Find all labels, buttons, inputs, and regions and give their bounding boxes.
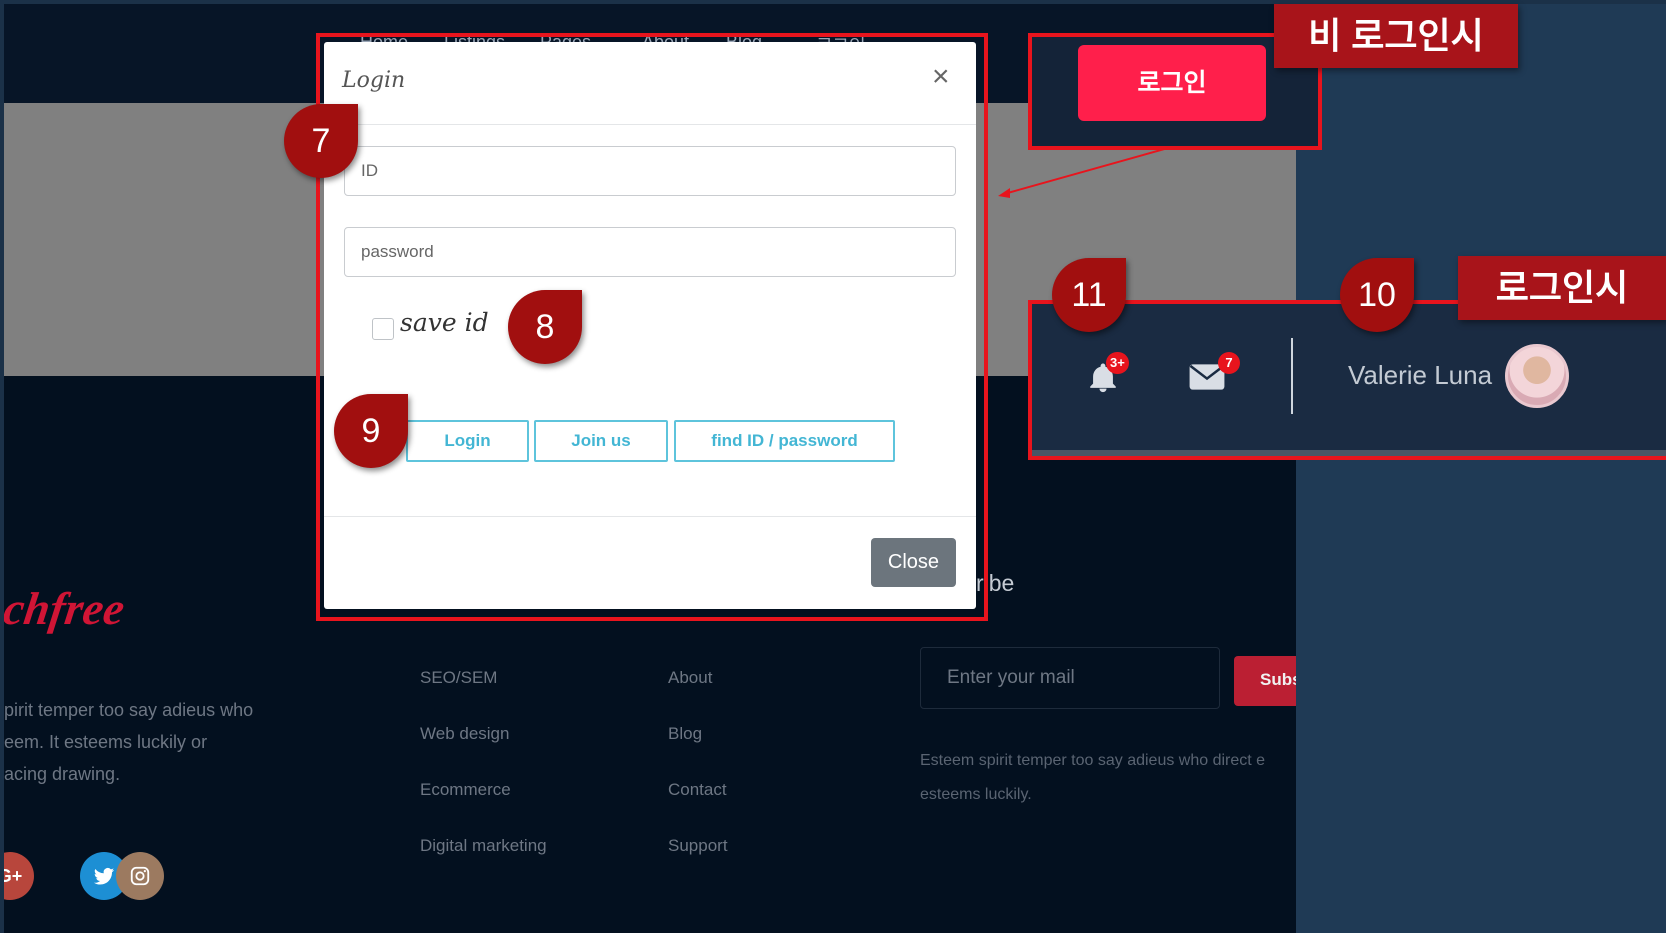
status-divider [1291,338,1293,414]
user-name[interactable]: Valerie Luna [1348,360,1492,391]
marker-11: 11 [1052,258,1126,332]
notification-badge: 3+ [1106,352,1129,374]
message-badge: 7 [1218,352,1240,374]
logged-in-callout-box [1028,300,1666,460]
avatar[interactable] [1505,344,1569,408]
pointer-arrow-icon [998,147,1169,198]
logged-in-label: 로그인시 [1458,256,1666,320]
marker-10: 10 [1340,258,1414,332]
